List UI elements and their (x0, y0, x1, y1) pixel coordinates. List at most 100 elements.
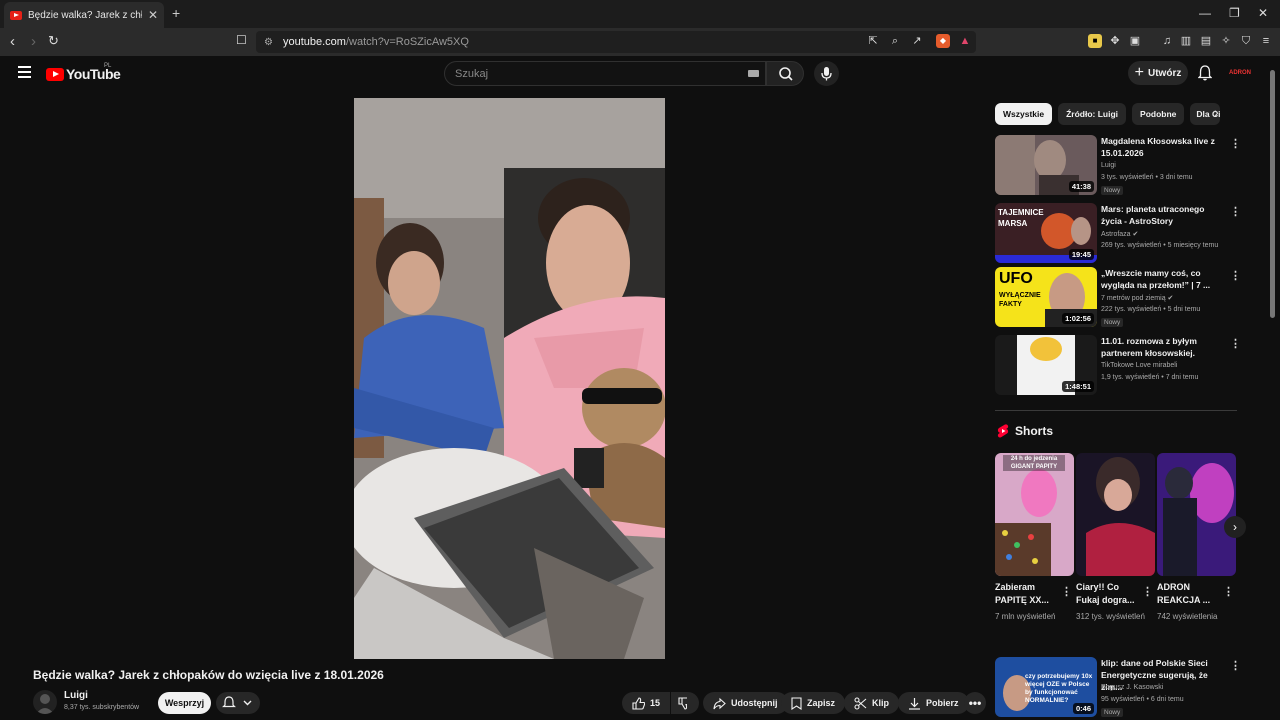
voice-search-button[interactable] (814, 61, 839, 86)
brave-shield-icon[interactable]: ◆ (936, 34, 950, 48)
vpn-icon[interactable]: ⛉ (1239, 34, 1253, 48)
more-actions-icon[interactable]: ••• (964, 692, 986, 714)
channel-avatar[interactable] (33, 690, 57, 714)
short-title[interactable]: ADRON REAKCJA ... (1157, 581, 1219, 607)
short-thumbnail[interactable]: 24 h do jedzenia GIGANT PAPITY (995, 453, 1074, 576)
site-info-icon[interactable]: ⚙ (264, 37, 273, 48)
page-scrollbar[interactable] (1270, 70, 1275, 318)
new-badge: Nowy (1101, 318, 1124, 327)
save-button[interactable]: Zapisz (781, 692, 846, 714)
subscription-bell-button[interactable] (216, 692, 260, 714)
video-thumbnail[interactable]: czy potrzebujemy 10x więcej OZE w Polsce… (995, 657, 1097, 717)
plus-icon: + (1134, 64, 1144, 81)
sidebar-icon[interactable]: ▥ (1179, 34, 1193, 48)
extensions-icon[interactable]: ✥ (1108, 34, 1122, 48)
video-thumbnail[interactable]: TAJEMNICE MARSA 19:45 (995, 203, 1097, 263)
back-icon[interactable]: ‹ (10, 33, 15, 50)
minimize-icon[interactable]: — (1199, 6, 1211, 20)
leo-ai-icon[interactable]: ✧ (1219, 34, 1233, 48)
open-external-icon[interactable]: ⇱ (866, 34, 880, 48)
keyboard-icon[interactable] (748, 70, 759, 77)
chip-source[interactable]: Źródło: Luigi (1058, 103, 1127, 125)
close-tab-icon[interactable]: ✕ (148, 8, 158, 22)
forward-icon[interactable]: › (31, 33, 36, 50)
video-duration: 41:38 (1068, 181, 1094, 192)
extension-notes-icon[interactable]: ■ (1088, 34, 1102, 48)
video-meta: 1,9 tys. wyświetleń • 7 dni temu (1101, 374, 1199, 381)
kebab-menu-icon[interactable]: ⋮ (1230, 337, 1241, 350)
short-item[interactable]: 24 h do jedzenia GIGANT PAPITY Zabieram … (995, 453, 1074, 623)
chevron-right-icon[interactable]: › (1214, 104, 1219, 120)
short-views: 7 mln wyświetleń (995, 612, 1056, 621)
brave-rewards-icon[interactable]: ▲ (958, 34, 972, 48)
short-item[interactable]: ADRON REAKCJA ... 742 wyświetlenia ⋮ (1157, 453, 1236, 623)
short-thumbnail[interactable] (1076, 453, 1155, 576)
search-button[interactable] (766, 61, 804, 86)
video-thumbnail[interactable]: UFO WYŁĄCZNIE FAKTY 1:02:56 (995, 267, 1097, 327)
video-title[interactable]: Magdalena Kłosowska live z 15.01.2026 (1101, 135, 1223, 159)
download-button[interactable]: Pobierz (898, 692, 969, 714)
wallet-card-icon[interactable]: ▤ (1199, 34, 1213, 48)
new-badge: Nowy (1101, 708, 1124, 717)
clip-button[interactable]: Klip (844, 692, 899, 714)
chip-similar[interactable]: Podobne (1132, 103, 1185, 125)
short-title[interactable]: Zabieram PAPITĘ XX... (995, 581, 1057, 607)
tab-title: Będzie walka? Jarek z chłopaków (28, 9, 142, 21)
share-button[interactable]: Udostępnij (703, 692, 788, 714)
reload-icon[interactable]: ↻ (48, 33, 59, 49)
share-page-icon[interactable]: ↗ (910, 34, 924, 48)
browser-tab[interactable]: Będzie walka? Jarek z chłopaków ✕ (4, 2, 164, 28)
video-channel[interactable]: Bogusz J. Kasowski (1101, 684, 1163, 691)
video-player[interactable] (354, 98, 665, 659)
youtube-logo[interactable]: YouTube PL (46, 63, 121, 82)
bookmark-icon[interactable]: ☐ (236, 33, 247, 47)
related-video[interactable]: UFO WYŁĄCZNIE FAKTY 1:02:56 „Wreszcie ma… (995, 267, 1241, 327)
kebab-menu-icon[interactable]: ⋮ (1223, 585, 1234, 598)
search-input[interactable]: Szukaj (444, 61, 766, 86)
account-avatar[interactable]: ADRON (1228, 62, 1252, 84)
kebab-menu-icon[interactable]: ⋮ (1142, 585, 1153, 598)
video-title[interactable]: „Wreszcie mamy coś, co wygląda na przeło… (1101, 267, 1223, 291)
new-tab-button[interactable]: + (172, 5, 180, 21)
zoom-icon[interactable]: ⌕ (888, 34, 902, 48)
dislike-button[interactable] (671, 692, 699, 714)
kebab-menu-icon[interactable]: ⋮ (1230, 659, 1241, 672)
like-button[interactable]: 15 (622, 692, 670, 714)
wallet-icon[interactable]: ▣ (1128, 34, 1142, 48)
video-channel[interactable]: Astrofaza ✔ (1101, 230, 1138, 238)
video-duration: 1:02:56 (1062, 313, 1094, 324)
channel-name[interactable]: Luigi (64, 690, 88, 701)
notifications-bell-icon[interactable] (1198, 65, 1212, 81)
video-thumbnail[interactable]: 1:48:51 (995, 335, 1097, 395)
chip-all[interactable]: Wszystkie (995, 103, 1053, 125)
kebab-menu-icon[interactable]: ⋮ (1230, 137, 1241, 150)
music-icon[interactable]: ♫ (1160, 34, 1174, 48)
kebab-menu-icon[interactable]: ⋮ (1061, 585, 1072, 598)
related-video[interactable]: 1:48:51 11.01. rozmowa z byłym partnerem… (995, 335, 1241, 395)
kebab-menu-icon[interactable]: ⋮ (1230, 205, 1241, 218)
thumbnail-text: czy potrzebujemy 10x więcej OZE w Polsce… (1025, 673, 1093, 704)
related-video[interactable]: 41:38 Magdalena Kłosowska live z 15.01.2… (995, 135, 1241, 195)
video-title[interactable]: 11.01. rozmowa z byłym partnerem kłosows… (1101, 335, 1223, 359)
main-menu-icon[interactable]: ≡ (1259, 34, 1273, 48)
shorts-next-icon[interactable]: › (1224, 516, 1246, 538)
video-title[interactable]: Mars: planeta utraconego życia - AstroSt… (1101, 203, 1223, 227)
support-button[interactable]: Wesprzyj (158, 692, 211, 714)
short-overlay-text: 24 h do jedzenia GIGANT PAPITY (1003, 455, 1065, 471)
guide-menu-icon[interactable] (18, 66, 31, 78)
video-channel[interactable]: 7 metrów pod ziemią ✔ (1101, 294, 1173, 302)
short-views: 742 wyświetlenia (1157, 612, 1218, 621)
video-thumbnail[interactable]: 41:38 (995, 135, 1097, 195)
video-channel[interactable]: TikTokowe Love mirabeli (1101, 362, 1177, 369)
related-video[interactable]: TAJEMNICE MARSA 19:45 Mars: planeta utra… (995, 203, 1241, 263)
close-window-icon[interactable]: ✕ (1258, 6, 1268, 20)
short-thumbnail[interactable] (1157, 453, 1236, 576)
related-video[interactable]: czy potrzebujemy 10x więcej OZE w Polsce… (995, 657, 1241, 717)
short-item[interactable]: Ciary!! Co Fukaj dogra... 312 tys. wyświ… (1076, 453, 1155, 623)
kebab-menu-icon[interactable]: ⋮ (1230, 269, 1241, 282)
create-button[interactable]: + Utwórz (1128, 61, 1188, 85)
short-title[interactable]: Ciary!! Co Fukaj dogra... (1076, 581, 1138, 607)
country-code: PL (104, 63, 112, 69)
video-channel[interactable]: Luigi (1101, 162, 1116, 169)
restore-icon[interactable]: ❐ (1229, 6, 1240, 20)
